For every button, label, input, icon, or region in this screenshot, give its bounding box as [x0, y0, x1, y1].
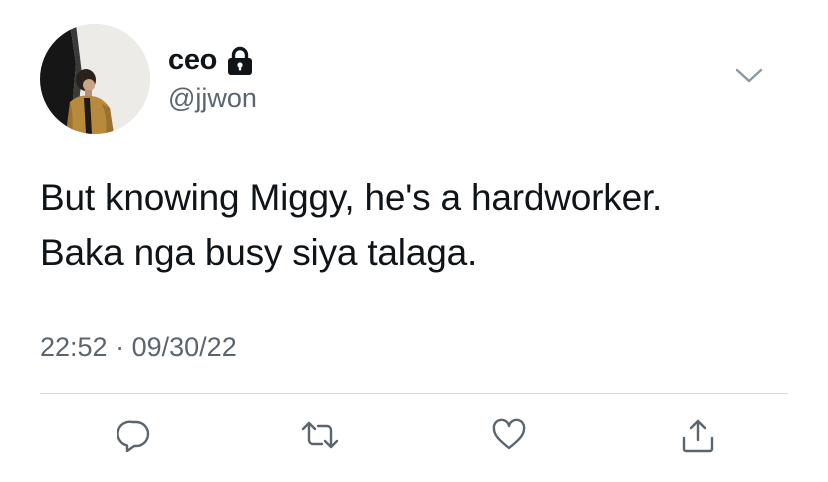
share-button[interactable] — [680, 418, 714, 453]
avatar[interactable] — [40, 24, 150, 134]
display-name[interactable]: ceo — [168, 44, 217, 77]
retweet-icon — [301, 421, 339, 449]
tweet-time: 22:52 — [40, 332, 108, 362]
retweet-button[interactable] — [300, 418, 339, 452]
timestamp[interactable]: 22:52 · 09/30/22 — [40, 332, 237, 363]
heart-icon — [492, 418, 526, 450]
tweet-text-line: Baka nga busy siya talaga. — [40, 232, 478, 273]
lock-icon — [227, 46, 253, 76]
like-button[interactable] — [491, 418, 526, 452]
tweet-date: 09/30/22 — [131, 332, 237, 362]
avatar-photo — [40, 24, 150, 134]
reply-icon — [117, 420, 150, 452]
divider — [40, 393, 788, 394]
tweet-text: But knowing Miggy, he's a hardworker. Ba… — [40, 170, 800, 280]
display-name-row[interactable]: ceo — [168, 40, 253, 80]
tweet-card: ceo @jjwon But knowing Miggy, he's a har… — [0, 0, 828, 482]
timestamp-separator: · — [115, 332, 125, 362]
user-handle[interactable]: @jjwon — [168, 83, 257, 114]
chevron-down-icon[interactable] — [734, 64, 764, 88]
tweet-text-line: But knowing Miggy, he's a hardworker. — [40, 177, 663, 218]
reply-button[interactable] — [117, 418, 151, 452]
share-icon — [682, 419, 714, 453]
